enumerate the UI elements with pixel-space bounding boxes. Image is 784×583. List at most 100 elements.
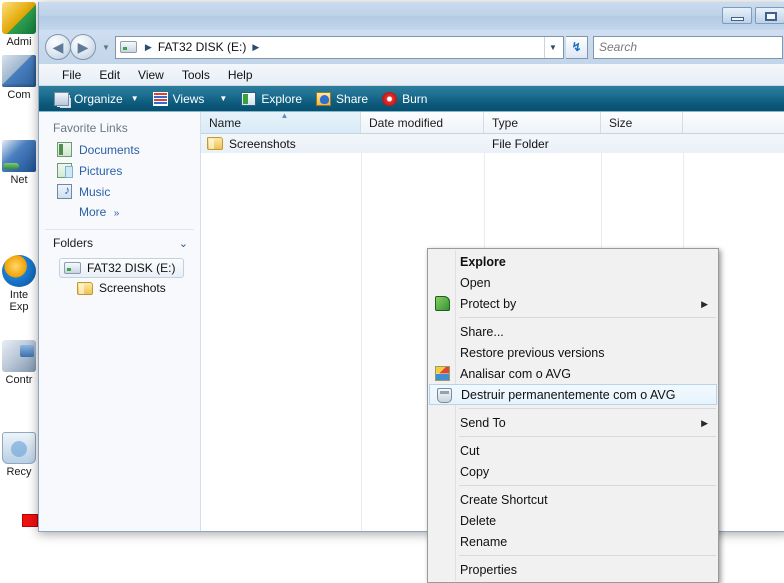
views-icon bbox=[153, 92, 168, 106]
toolbar-share-label: Share bbox=[336, 92, 368, 106]
toolbar-organize-button[interactable]: Organize ▼ bbox=[47, 88, 146, 110]
desktop-icon-partial-red[interactable] bbox=[22, 514, 38, 527]
context-menu-item-explore[interactable]: Explore bbox=[428, 251, 718, 272]
context-menu-item-label: Protect by bbox=[460, 297, 516, 311]
desktop-icon-network[interactable]: Net bbox=[0, 140, 36, 186]
toolbar-organize-label: Organize bbox=[74, 92, 123, 106]
breadcrumb-item-drive[interactable]: FAT32 DISK (E:) bbox=[157, 40, 247, 54]
window-controls bbox=[722, 7, 784, 24]
context-menu-item-cut[interactable]: Cut bbox=[428, 440, 718, 461]
explorer-window: ◀ ▶ ▼ ▶ FAT32 DISK (E:) ▶ ▼ ↯ Search Fil… bbox=[38, 2, 784, 532]
file-list-pane: ▲ Name Date modified Type Size bbox=[201, 112, 784, 531]
context-menu-item-create-shortcut[interactable]: Create Shortcut bbox=[428, 489, 718, 510]
context-menu-item-open[interactable]: Open bbox=[428, 272, 718, 293]
nav-link-music[interactable]: Music bbox=[39, 181, 200, 202]
folder-tree: FAT32 DISK (E:) Screenshots bbox=[39, 256, 200, 295]
breadcrumb-separator-icon[interactable]: ▶ bbox=[247, 42, 264, 53]
minimize-button[interactable] bbox=[722, 7, 752, 24]
toolbar-burn-button[interactable]: Burn bbox=[375, 88, 434, 110]
column-header-label: Type bbox=[492, 116, 518, 130]
removable-drive-icon bbox=[64, 262, 81, 274]
context-menu-separator bbox=[459, 555, 716, 556]
nav-link-label: Pictures bbox=[79, 164, 122, 178]
menu-help[interactable]: Help bbox=[219, 66, 262, 84]
column-header-date-modified[interactable]: Date modified bbox=[361, 112, 484, 133]
context-menu-item-label: Explore bbox=[460, 255, 506, 269]
menu-view[interactable]: View bbox=[129, 66, 173, 84]
context-menu-item-label: Analisar com o AVG bbox=[460, 367, 571, 381]
desktop-icon-computer[interactable]: Com bbox=[0, 55, 36, 101]
search-input[interactable]: Search bbox=[593, 36, 783, 59]
column-header-name[interactable]: ▲ Name bbox=[201, 112, 361, 133]
context-menu-item-label: Delete bbox=[460, 514, 496, 528]
folders-section-header[interactable]: Folders ⌄ bbox=[39, 230, 200, 256]
cell-name[interactable]: Screenshots bbox=[201, 137, 361, 151]
column-header-label: Name bbox=[209, 116, 241, 130]
table-row[interactable]: Screenshots File Folder bbox=[201, 134, 784, 153]
address-bar[interactable]: ▶ FAT32 DISK (E:) ▶ ▼ bbox=[115, 36, 564, 59]
context-menu-item-rename[interactable]: Rename bbox=[428, 531, 718, 552]
back-button[interactable]: ◀ bbox=[45, 34, 71, 60]
context-menu-item-label: Restore previous versions bbox=[460, 346, 605, 360]
tree-item-label: FAT32 DISK (E:) bbox=[87, 261, 175, 275]
window-titlebar[interactable] bbox=[39, 2, 784, 30]
context-menu-item-send-to[interactable]: Send To ▶ bbox=[428, 412, 718, 433]
context-menu-item-label: Send To bbox=[460, 416, 506, 430]
nav-link-label: Documents bbox=[79, 143, 140, 157]
tree-item-fat32-disk[interactable]: FAT32 DISK (E:) bbox=[59, 258, 184, 278]
pictures-icon bbox=[57, 163, 72, 178]
context-menu-item-share[interactable]: Share... bbox=[428, 321, 718, 342]
double-chevron-right-icon: » bbox=[110, 208, 120, 219]
desktop-icon-label: Contr bbox=[0, 374, 36, 386]
nav-more-button[interactable]: More » bbox=[39, 202, 200, 225]
menu-file[interactable]: File bbox=[53, 66, 90, 84]
nav-link-documents[interactable]: Documents bbox=[39, 139, 200, 160]
toolbar-views-button[interactable]: Views ▼ bbox=[146, 88, 235, 110]
removable-drive-icon bbox=[120, 41, 137, 53]
context-menu-item-protect-by[interactable]: Protect by ▶ bbox=[428, 293, 718, 314]
refresh-button[interactable]: ↯ bbox=[566, 36, 588, 59]
context-menu-item-analisar-com-o-avg[interactable]: Analisar com o AVG bbox=[428, 363, 718, 384]
chevron-down-icon: ⌄ bbox=[179, 237, 188, 250]
chevron-down-icon: ▼ bbox=[209, 94, 227, 103]
desktop-icon-internet-explorer[interactable]: Inte Exp bbox=[0, 255, 36, 313]
context-menu-separator bbox=[459, 436, 716, 437]
column-header-extra[interactable] bbox=[683, 112, 784, 133]
nav-link-pictures[interactable]: Pictures bbox=[39, 160, 200, 181]
context-menu-item-copy[interactable]: Copy bbox=[428, 461, 718, 482]
forward-button[interactable]: ▶ bbox=[70, 34, 96, 60]
maximize-button[interactable] bbox=[755, 7, 784, 24]
context-menu-item-label: Destruir permanentemente com o AVG bbox=[461, 388, 675, 402]
context-menu-separator bbox=[459, 317, 716, 318]
menu-bar: File Edit View Tools Help bbox=[39, 64, 784, 86]
window-body: Favorite Links Documents Pictures Music … bbox=[39, 112, 784, 531]
share-icon bbox=[316, 92, 331, 106]
context-menu-item-delete[interactable]: Delete bbox=[428, 510, 718, 531]
avg-scan-icon bbox=[435, 366, 450, 381]
desktop-icon-recycle-bin[interactable]: Recy bbox=[0, 432, 36, 478]
toolbar-burn-label: Burn bbox=[402, 92, 427, 106]
context-menu-item-label: Create Shortcut bbox=[460, 493, 548, 507]
desktop-icon-label-line2: Exp bbox=[0, 301, 36, 313]
explore-icon bbox=[241, 92, 256, 106]
tree-item-screenshots[interactable]: Screenshots bbox=[77, 281, 200, 295]
recent-pages-chevron-down-icon[interactable]: ▼ bbox=[98, 43, 113, 52]
desktop-icon-label: Inte bbox=[0, 289, 36, 301]
menu-tools[interactable]: Tools bbox=[173, 66, 219, 84]
desktop-icon-control-panel[interactable]: Contr bbox=[0, 340, 36, 386]
column-header-size[interactable]: Size bbox=[601, 112, 683, 133]
folder-icon bbox=[207, 137, 223, 150]
menu-edit[interactable]: Edit bbox=[90, 66, 129, 84]
context-menu-item-destruir-permanentemente-com-o-avg[interactable]: Destruir permanentemente com o AVG bbox=[429, 384, 717, 405]
address-toolbar: ◀ ▶ ▼ ▶ FAT32 DISK (E:) ▶ ▼ ↯ Search bbox=[39, 30, 784, 64]
maximize-icon bbox=[765, 12, 777, 21]
folders-header-label: Folders bbox=[53, 236, 93, 250]
column-header-type[interactable]: Type bbox=[484, 112, 601, 133]
desktop-icon-label: Net bbox=[0, 174, 36, 186]
context-menu-item-restore-previous-versions[interactable]: Restore previous versions bbox=[428, 342, 718, 363]
desktop-icon-admin-tools[interactable]: Admi bbox=[0, 2, 36, 48]
address-dropdown-chevron-down-icon[interactable]: ▼ bbox=[544, 37, 561, 58]
context-menu-item-properties[interactable]: Properties bbox=[428, 559, 718, 580]
toolbar-explore-button[interactable]: Explore bbox=[234, 88, 309, 110]
toolbar-share-button[interactable]: Share bbox=[309, 88, 375, 110]
